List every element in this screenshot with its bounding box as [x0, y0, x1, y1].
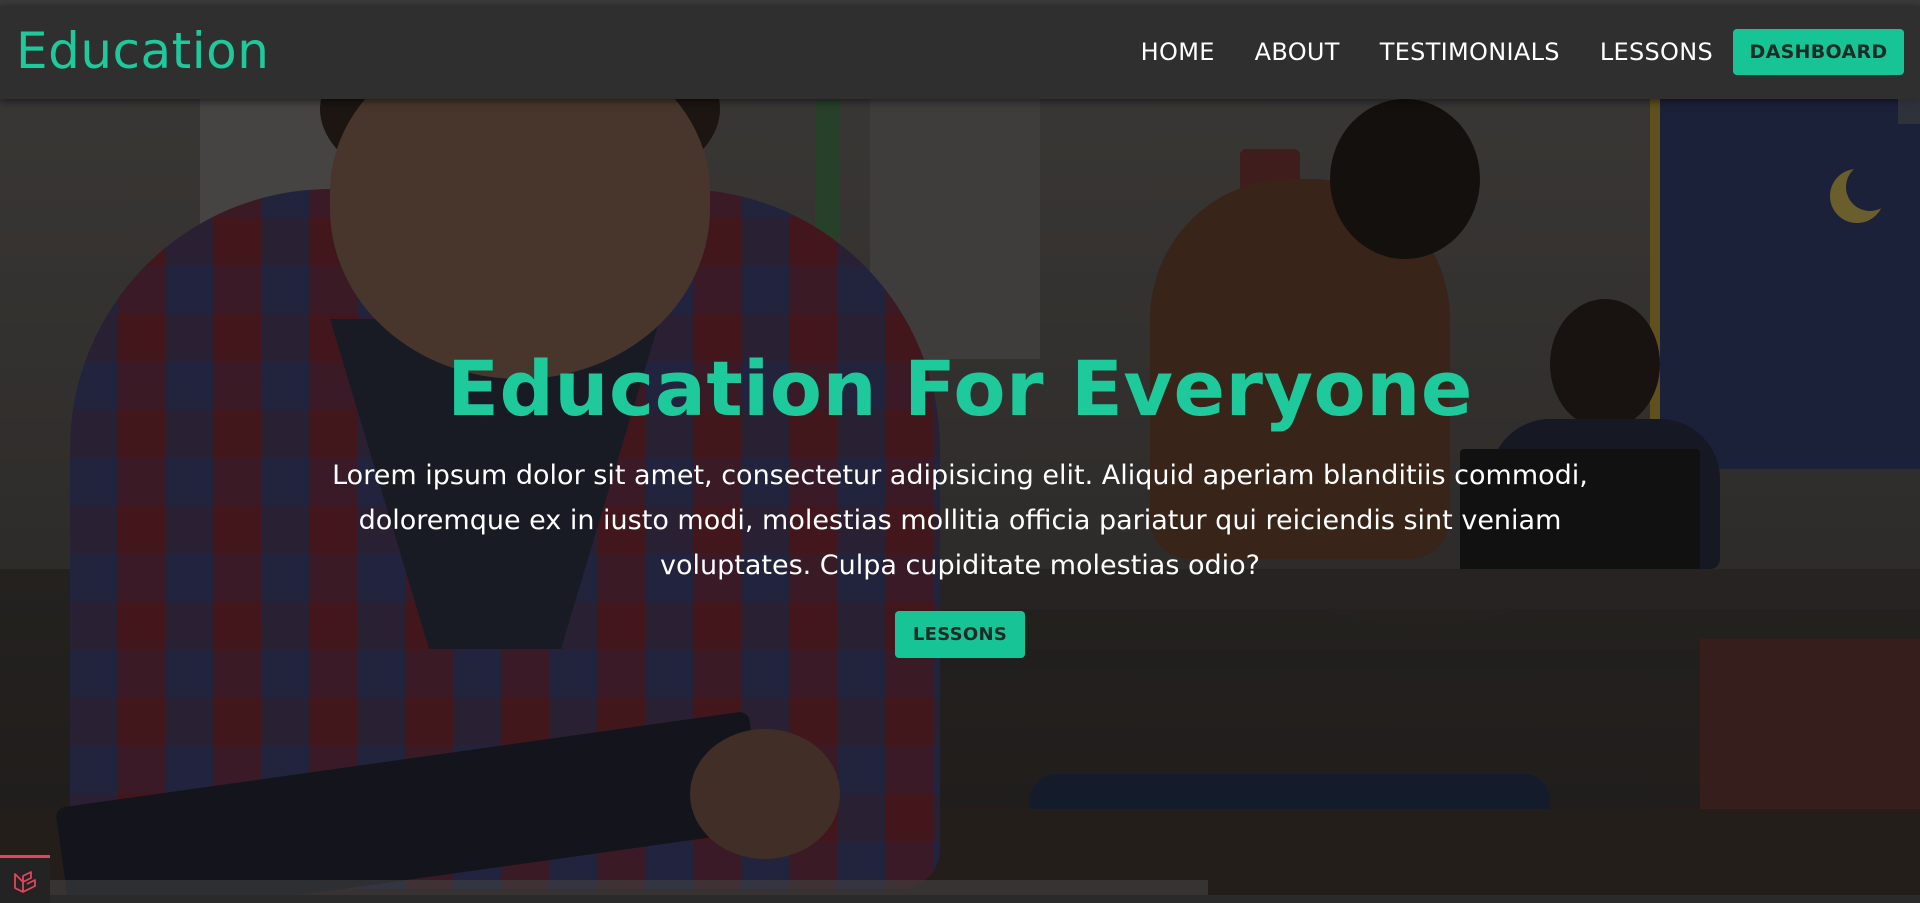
navbar: Education HOME ABOUT TESTIMONIALS LESSON… — [0, 6, 1920, 99]
brand-logo[interactable]: Education — [16, 22, 269, 80]
hero-section: Education For Everyone Lorem ipsum dolor… — [0, 99, 1920, 903]
page: Education HOME ABOUT TESTIMONIALS LESSON… — [0, 0, 1920, 903]
dashboard-button[interactable]: DASHBOARD — [1733, 29, 1904, 75]
bottom-edge — [0, 895, 1920, 903]
nav-link-testimonials[interactable]: TESTIMONIALS — [1380, 38, 1560, 66]
nav-links: HOME ABOUT TESTIMONIALS LESSONS DASHBOAR… — [1101, 28, 1904, 76]
hero-description: Lorem ipsum dolor sit amet, consectetur … — [332, 460, 1588, 581]
vertical-scrollbar[interactable] — [1898, 99, 1920, 124]
nav-link-home[interactable]: HOME — [1141, 38, 1215, 66]
nav-link-lessons[interactable]: LESSONS — [1600, 38, 1713, 66]
laravel-icon[interactable] — [0, 855, 50, 903]
laravel-icon-svg — [14, 871, 36, 893]
nav-link-about[interactable]: ABOUT — [1255, 38, 1340, 66]
hero-title: Education For Everyone — [447, 344, 1473, 433]
lessons-button[interactable]: LESSONS — [895, 611, 1025, 658]
horizontal-scrollbar[interactable] — [0, 880, 1208, 895]
